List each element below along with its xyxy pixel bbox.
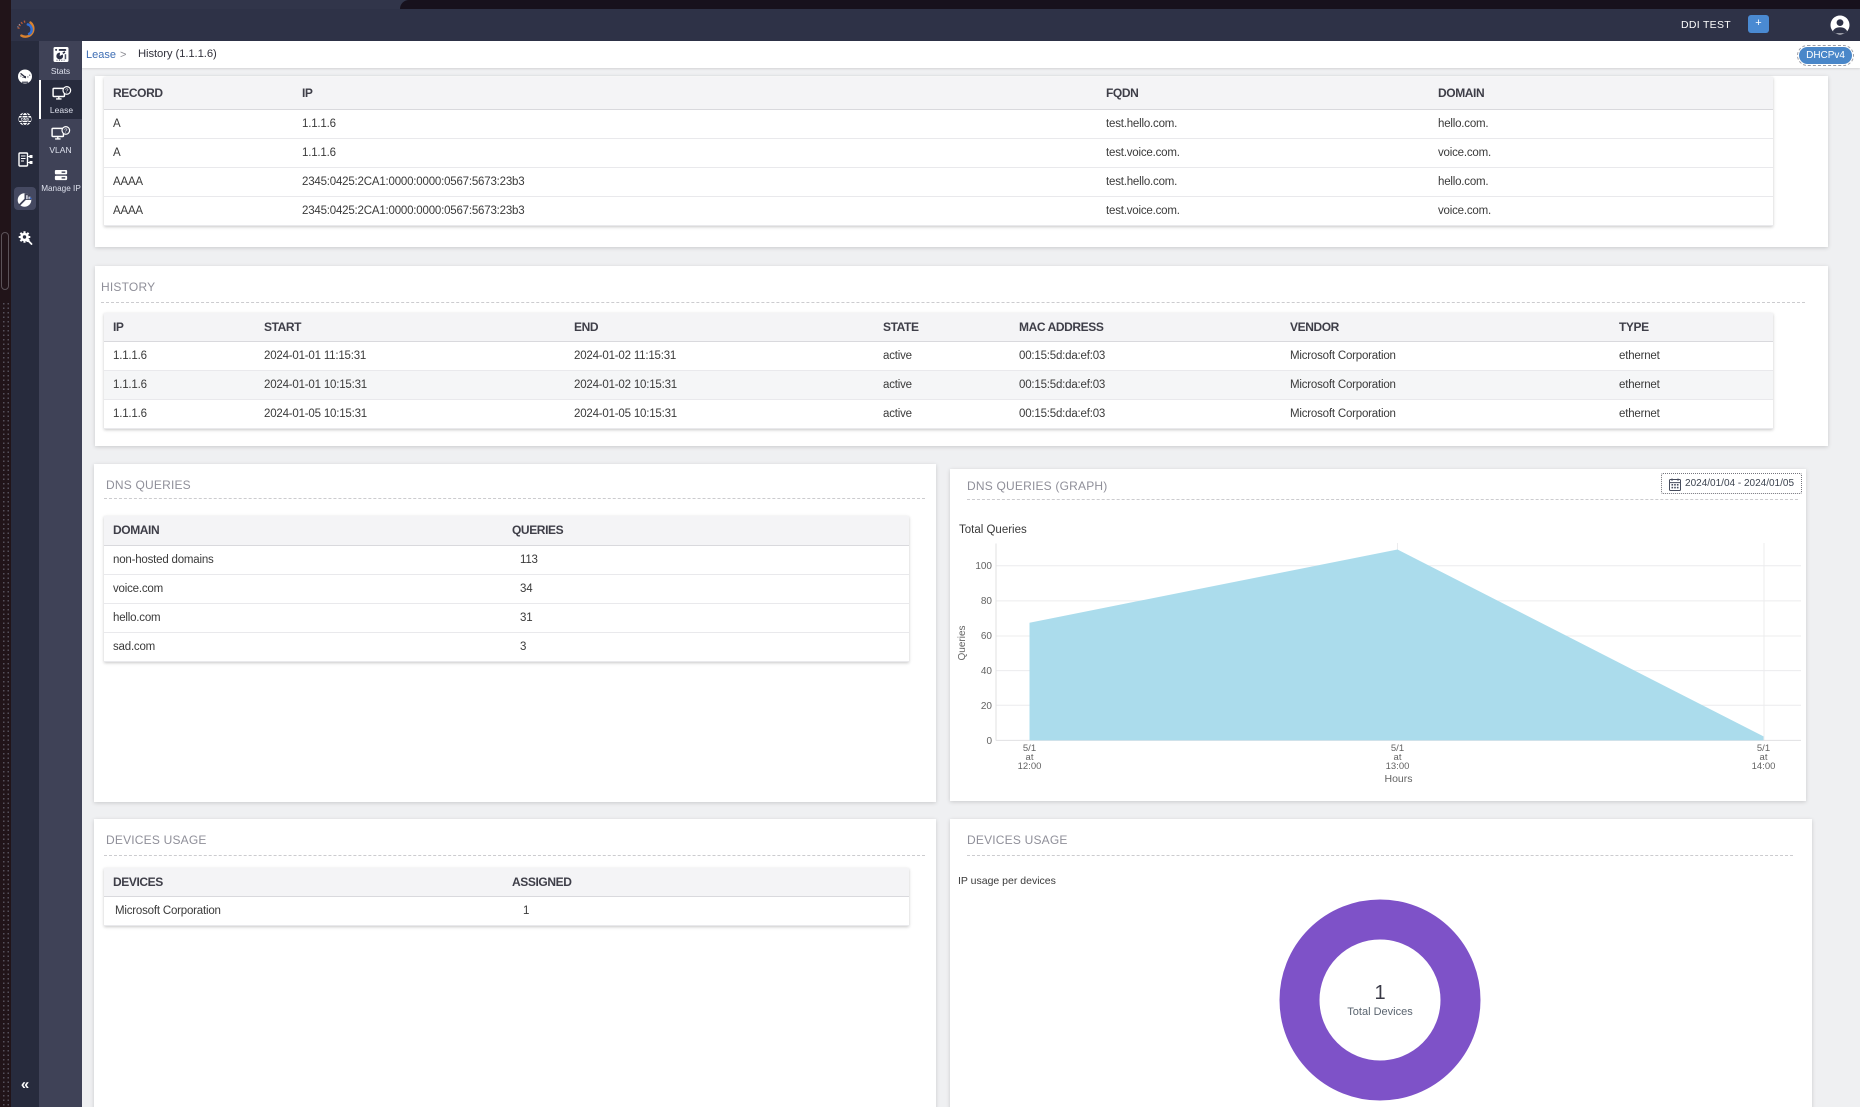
svg-text:12:00: 12:00 [1018,761,1042,772]
svg-text:Total Queries: Total Queries [959,524,1027,536]
svg-text:60: 60 [981,631,993,642]
svg-text:20: 20 [981,701,993,712]
svg-text:1: 1 [1374,982,1385,1004]
svg-text:Hours: Hours [1384,773,1412,785]
svg-text:100: 100 [975,561,992,572]
svg-text:0: 0 [986,736,992,747]
svg-text:DNS: DNS [21,117,29,121]
svg-text:40: 40 [981,666,993,677]
svg-text:14:00: 14:00 [1752,761,1776,772]
svg-text:13:00: 13:00 [1386,761,1410,772]
svg-text:80: 80 [981,596,993,607]
svg-text:Total Devices: Total Devices [1347,1006,1413,1018]
svg-text:Queries: Queries [957,625,968,660]
